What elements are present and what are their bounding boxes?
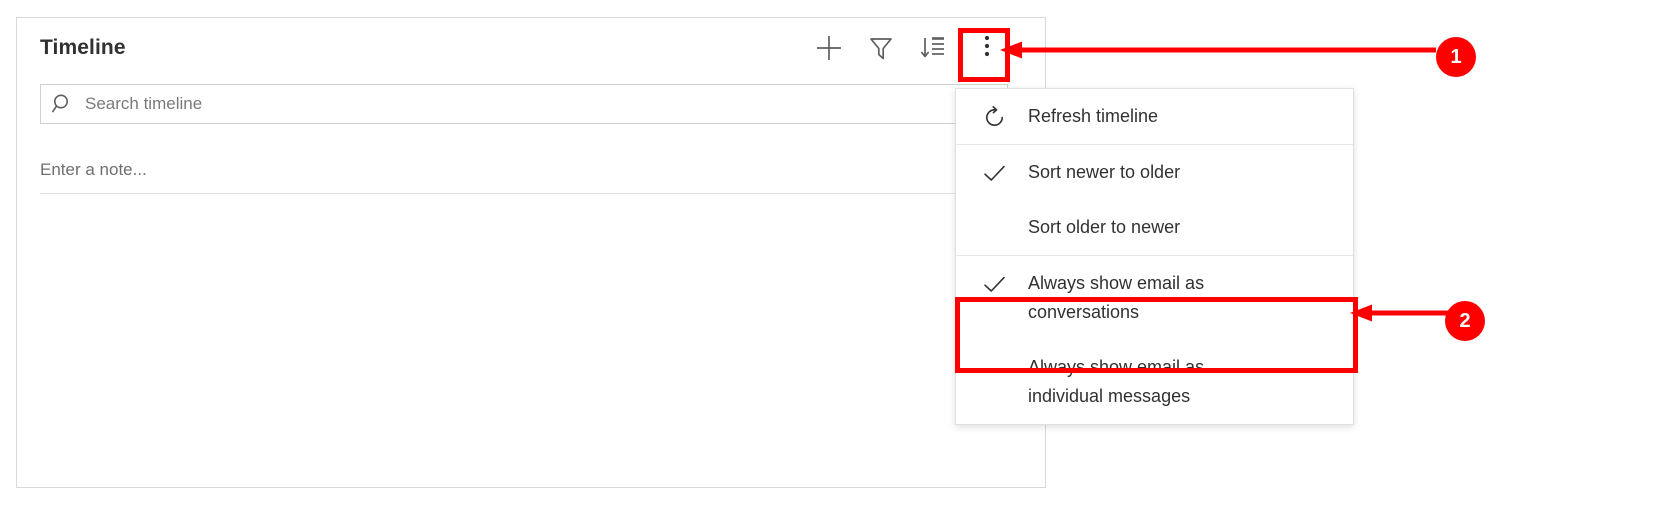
menu-item-label: Always show email as conversations [1028,273,1205,322]
ellipsis-vertical-icon [983,31,991,66]
timeline-overflow-menu: Refresh timeline Sort newer to older Sor… [955,88,1354,425]
more-commands-button[interactable] [959,20,1015,77]
search-timeline-box[interactable] [40,84,1008,124]
callout-arrow-2 [1350,304,1448,322]
add-timeline-record-button[interactable] [803,21,855,76]
menu-item-label: Sort newer to older [1028,162,1181,182]
timeline-header: Timeline [17,18,1045,78]
checkmark-icon [982,158,1028,186]
refresh-timeline-menu-item[interactable]: Refresh timeline [956,89,1353,144]
search-input[interactable] [85,85,1007,123]
menu-item-label: Refresh timeline [1028,106,1159,126]
plus-icon [814,33,844,63]
timeline-panel: Timeline Search timeline Enter a note... [16,17,1046,488]
checkmark-icon [982,269,1028,297]
sort-newer-to-older-menu-item[interactable]: Sort newer to older [956,145,1353,200]
timeline-header-actions [803,18,1045,78]
sort-button[interactable] [907,21,959,76]
note-placeholder: Enter a note... [40,159,147,179]
filter-funnel-icon [867,34,895,62]
page-title: Timeline [40,36,126,59]
callout-badge-2: 2 [1445,301,1485,341]
always-show-email-as-conversations-menu-item[interactable]: Always show email as conversations [956,256,1353,340]
callout-badge-1: 1 [1436,37,1476,77]
menu-item-no-check [982,353,1028,356]
menu-item-label: Always show email as individual messages [1028,357,1205,406]
callout-arrow-1 [1000,41,1436,59]
always-show-email-as-individual-messages-menu-item[interactable]: Always show email as individual messages [956,340,1353,424]
sort-older-to-newer-menu-item[interactable]: Sort older to newer [956,200,1353,255]
menu-item-no-check [982,213,1028,216]
menu-item-label: Sort older to newer [1028,217,1181,237]
refresh-icon [982,102,1028,130]
note-input-row[interactable]: Enter a note... [40,146,1008,194]
search-icon [41,92,85,116]
sort-descending-icon [919,34,947,62]
filter-button[interactable] [855,21,907,76]
